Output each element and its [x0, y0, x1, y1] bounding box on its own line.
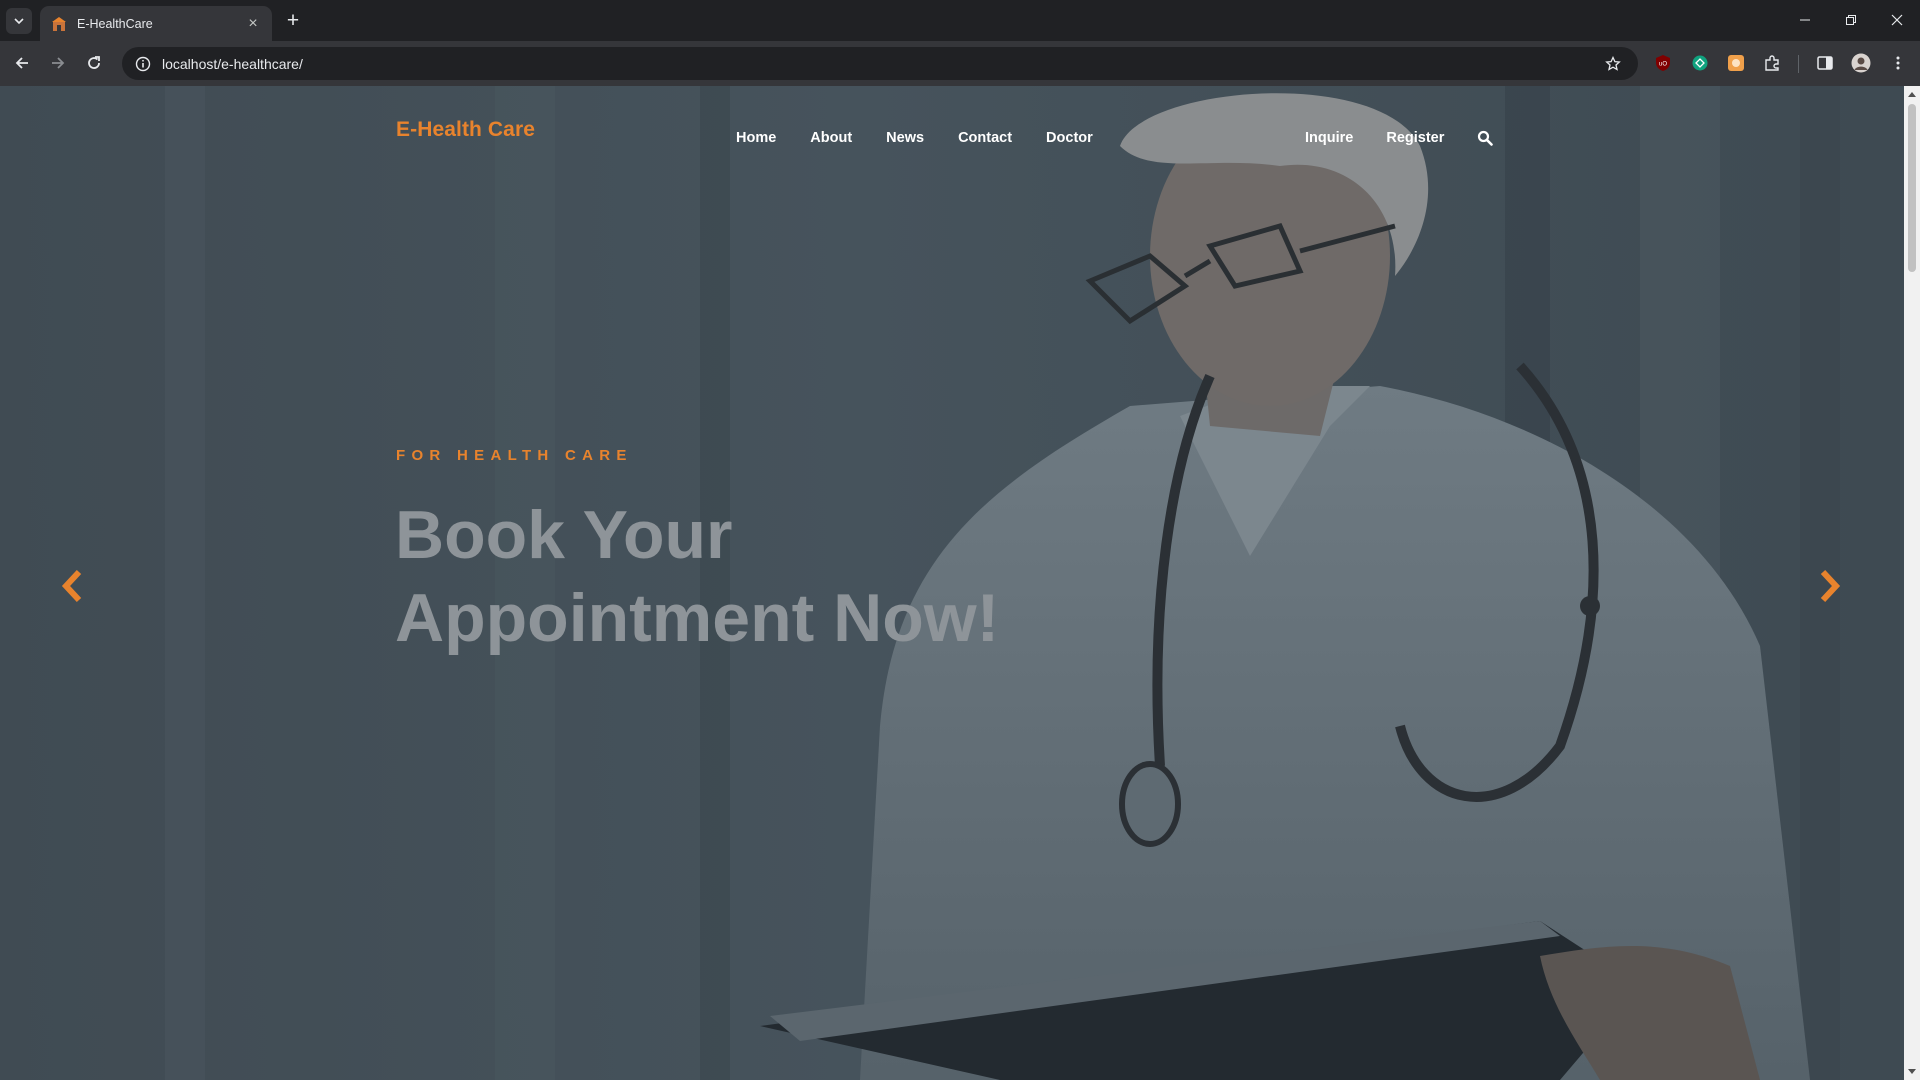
ublock-extension-icon[interactable]: uO: [1652, 52, 1674, 74]
page-scrollbar[interactable]: [1904, 86, 1920, 1080]
back-button[interactable]: [8, 49, 36, 77]
url-text[interactable]: localhost/e-healthcare/: [162, 56, 1598, 72]
browser-toolbar: localhost/e-healthcare/ uO: [0, 41, 1920, 86]
search-icon[interactable]: [1477, 130, 1495, 148]
svg-text:uO: uO: [1659, 62, 1667, 68]
chevron-right-icon: [1820, 569, 1841, 603]
nav-inquire[interactable]: Inquire: [1305, 130, 1353, 146]
hero-kicker: FOR HEALTH CARE: [396, 447, 633, 464]
nav-home[interactable]: Home: [736, 130, 776, 146]
chevron-down-icon: [14, 18, 24, 25]
nav-doctor[interactable]: Doctor: [1046, 130, 1093, 146]
hero-slider: E-Health Care Home About News Contact Do…: [0, 86, 1904, 1080]
site-logo[interactable]: E-Health Care: [396, 118, 535, 142]
hero-headline-line1: Book Your: [395, 497, 733, 573]
new-tab-button[interactable]: +: [281, 9, 305, 33]
minimize-button[interactable]: [1782, 0, 1828, 40]
chatgpt-extension-icon[interactable]: [1689, 52, 1711, 74]
tab-search-button[interactable]: [6, 8, 32, 34]
browser-menu-icon[interactable]: [1887, 52, 1909, 74]
profile-avatar[interactable]: [1850, 52, 1872, 74]
side-panel-icon[interactable]: [1814, 52, 1836, 74]
restore-icon: [1846, 15, 1856, 25]
carousel-prev-button[interactable]: [56, 566, 88, 606]
chevron-left-icon: [61, 569, 82, 603]
nav-register[interactable]: Register: [1386, 130, 1444, 146]
nav-news[interactable]: News: [886, 130, 924, 146]
bookmark-star-icon[interactable]: [1598, 55, 1628, 72]
color-extension-icon[interactable]: [1725, 52, 1747, 74]
nav-contact[interactable]: Contact: [958, 130, 1012, 146]
hospital-favicon-icon: [50, 15, 67, 32]
page-viewport: E-Health Care Home About News Contact Do…: [0, 86, 1920, 1080]
tab-title: E-HealthCare: [77, 16, 153, 31]
main-nav: Home About News Contact Doctor: [736, 130, 1093, 146]
tab-close-icon[interactable]: ×: [244, 15, 262, 33]
scrollbar-thumb[interactable]: [1908, 104, 1916, 272]
hero-headline: Book Your Appointment Now!: [395, 494, 1155, 660]
site-info-icon[interactable]: [128, 56, 158, 72]
minimize-icon: [1800, 19, 1810, 21]
arrow-right-icon: [52, 57, 65, 69]
close-window-button[interactable]: [1874, 0, 1920, 40]
browser-tab[interactable]: E-HealthCare ×: [40, 6, 272, 41]
restore-button[interactable]: [1828, 0, 1874, 40]
forward-button[interactable]: [44, 49, 72, 77]
hero-headline-line2: Appointment Now!: [395, 580, 1000, 656]
extensions-puzzle-icon[interactable]: [1761, 52, 1783, 74]
toolbar-divider: [1798, 55, 1799, 73]
reload-button[interactable]: [80, 49, 108, 77]
carousel-next-button[interactable]: [1814, 566, 1846, 606]
close-icon: [1891, 14, 1903, 26]
arrow-left-icon: [15, 57, 28, 69]
secondary-nav: Inquire Register: [1305, 130, 1444, 146]
address-bar[interactable]: localhost/e-healthcare/: [122, 47, 1638, 80]
reload-icon: [88, 56, 100, 69]
nav-about[interactable]: About: [810, 130, 852, 146]
tab-strip: E-HealthCare × +: [0, 0, 1920, 41]
scroll-down-arrow-icon[interactable]: [1904, 1064, 1920, 1080]
scroll-up-arrow-icon[interactable]: [1904, 86, 1920, 102]
